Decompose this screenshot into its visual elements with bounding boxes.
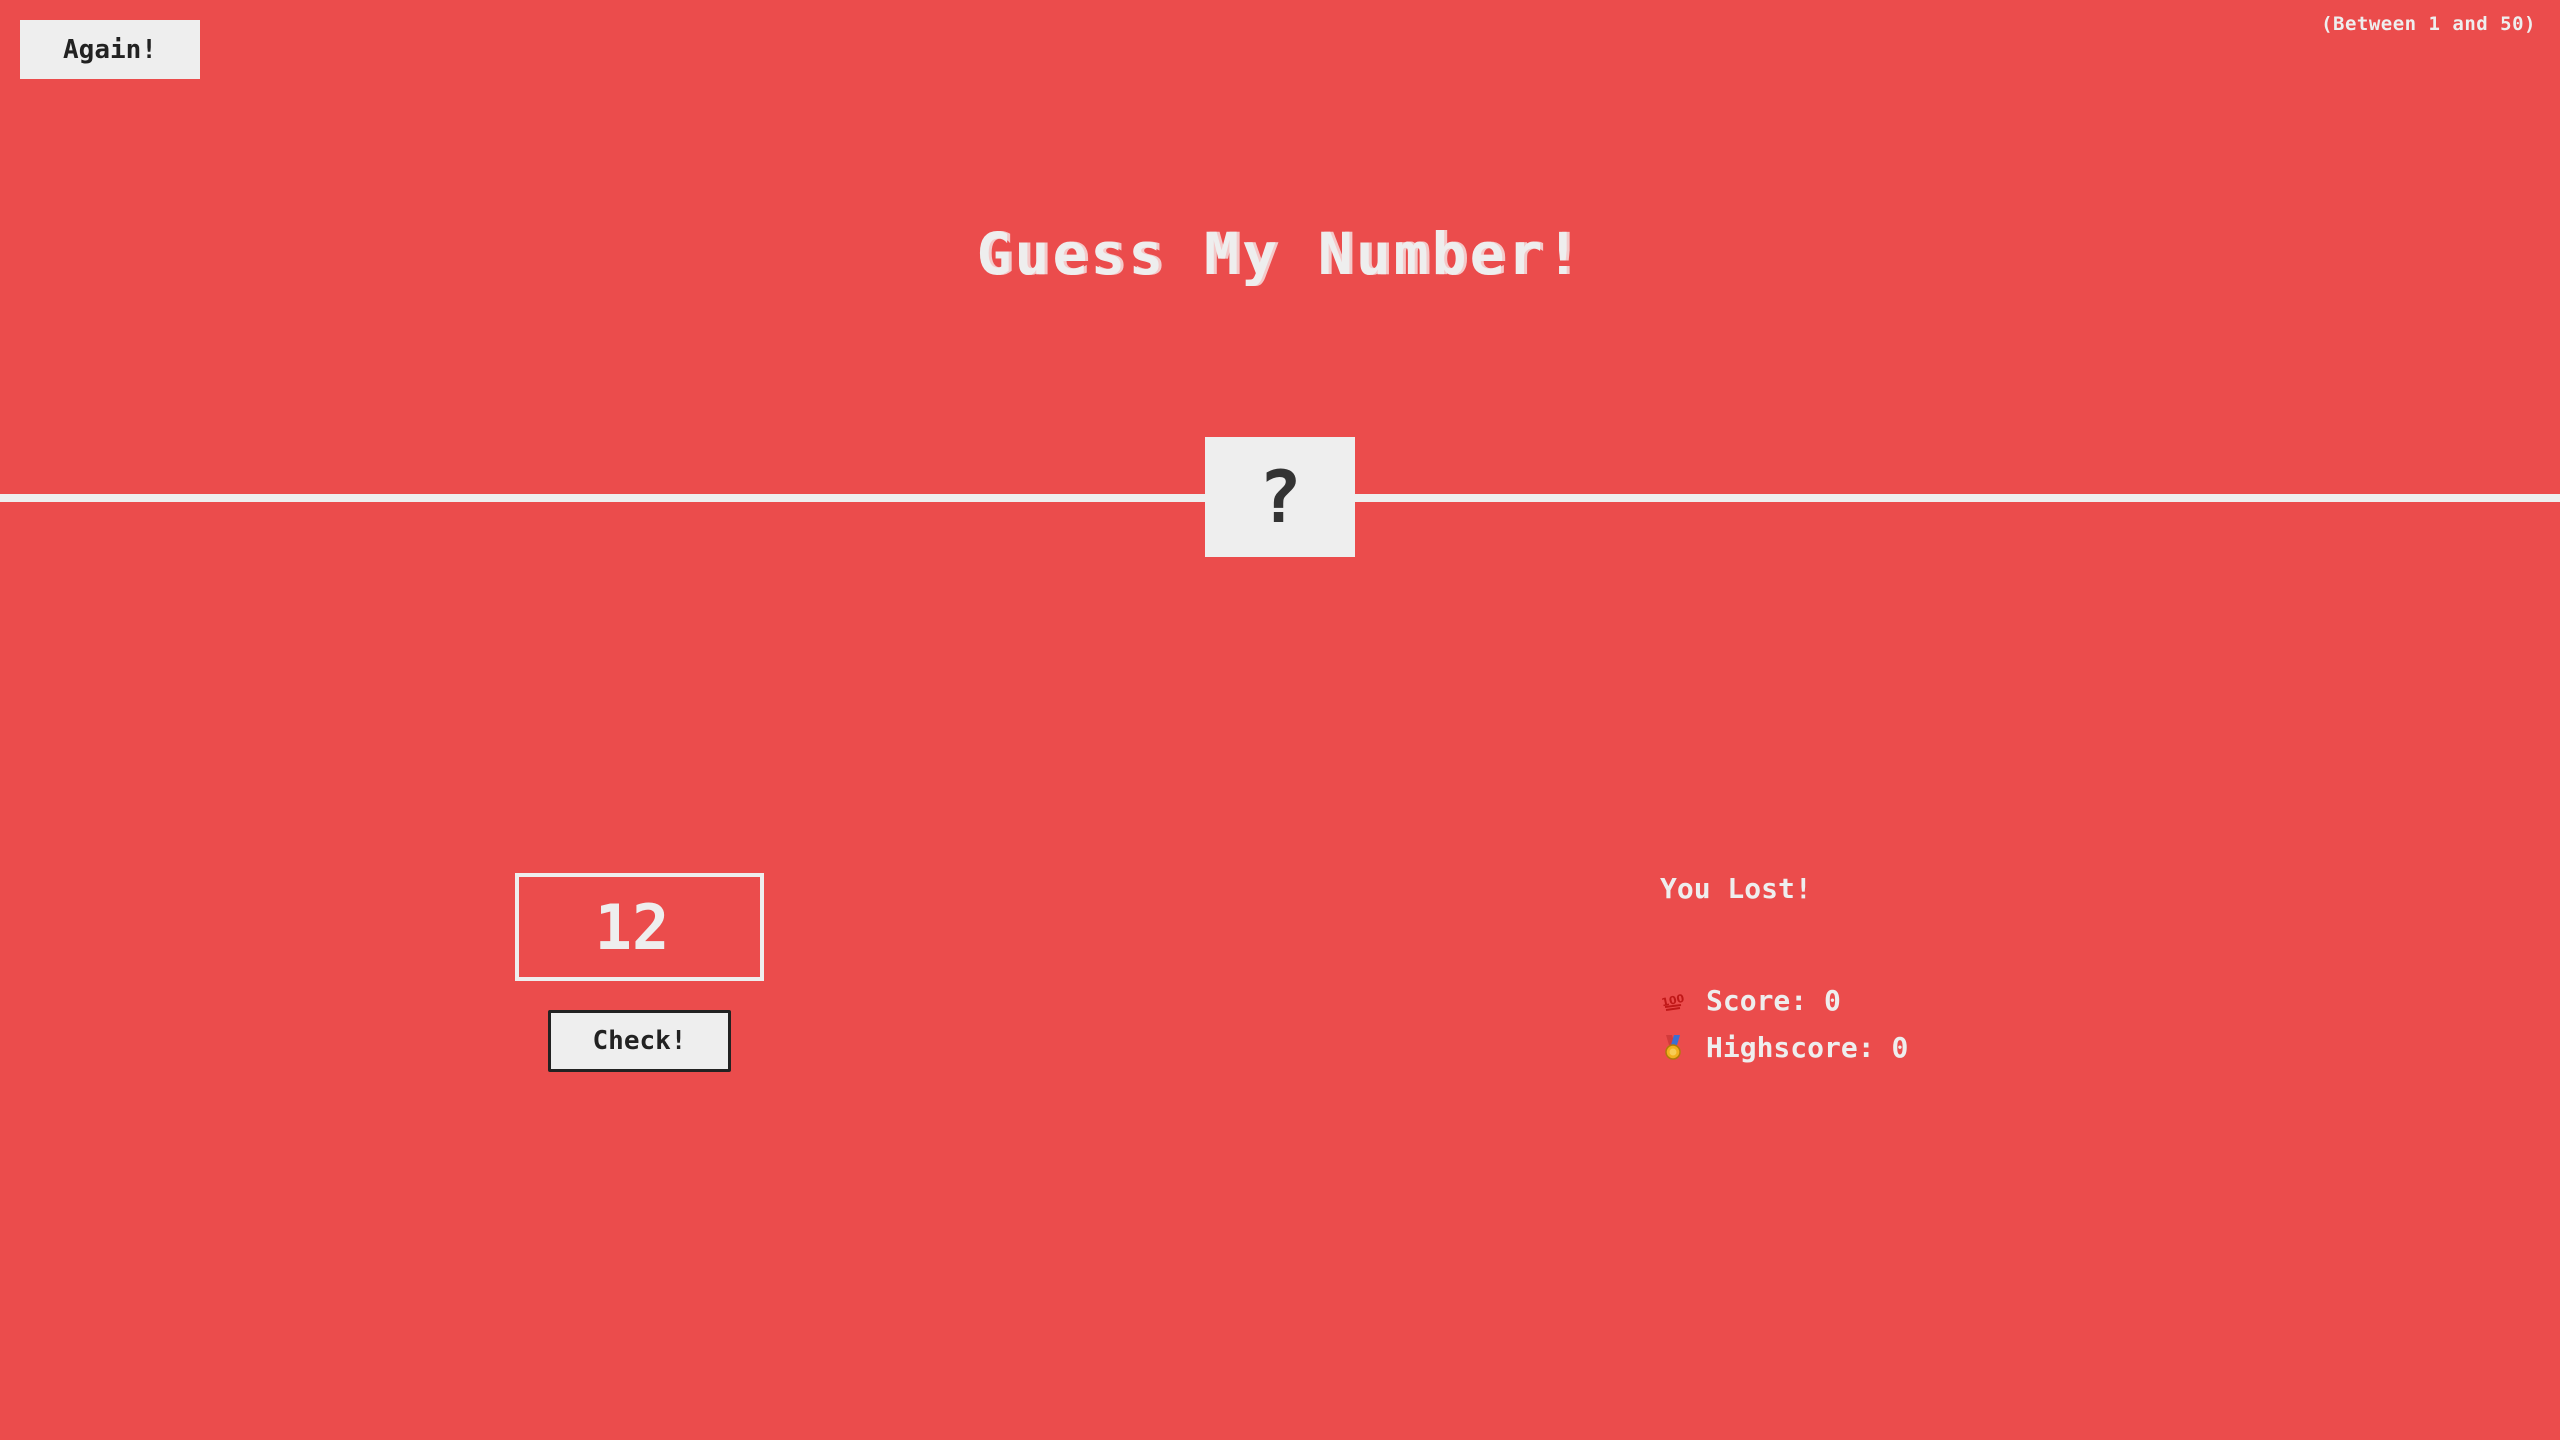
secret-number-box: ? bbox=[1205, 437, 1355, 557]
score-label: Score: bbox=[1706, 984, 1808, 1017]
secret-number: ? bbox=[1258, 455, 1302, 539]
hundred-points-icon: 100 bbox=[1660, 987, 1686, 1015]
highscore-value: 0 bbox=[1891, 1031, 1909, 1064]
guess-input[interactable] bbox=[515, 873, 764, 981]
medal-icon bbox=[1660, 1034, 1686, 1062]
score-row: 100 Score: 0 bbox=[1660, 984, 1841, 1017]
again-button[interactable]: Again! bbox=[20, 20, 200, 79]
range-hint: (Between 1 and 50) bbox=[2321, 13, 2536, 35]
highscore-label: Highscore: bbox=[1706, 1031, 1875, 1064]
score-value: 0 bbox=[1824, 984, 1841, 1017]
status-message: You Lost! bbox=[1660, 872, 1812, 905]
highscore-row: Highscore: 0 bbox=[1660, 1031, 1908, 1064]
page-title: Guess My Number! bbox=[976, 220, 1584, 288]
check-button[interactable]: Check! bbox=[548, 1010, 731, 1072]
